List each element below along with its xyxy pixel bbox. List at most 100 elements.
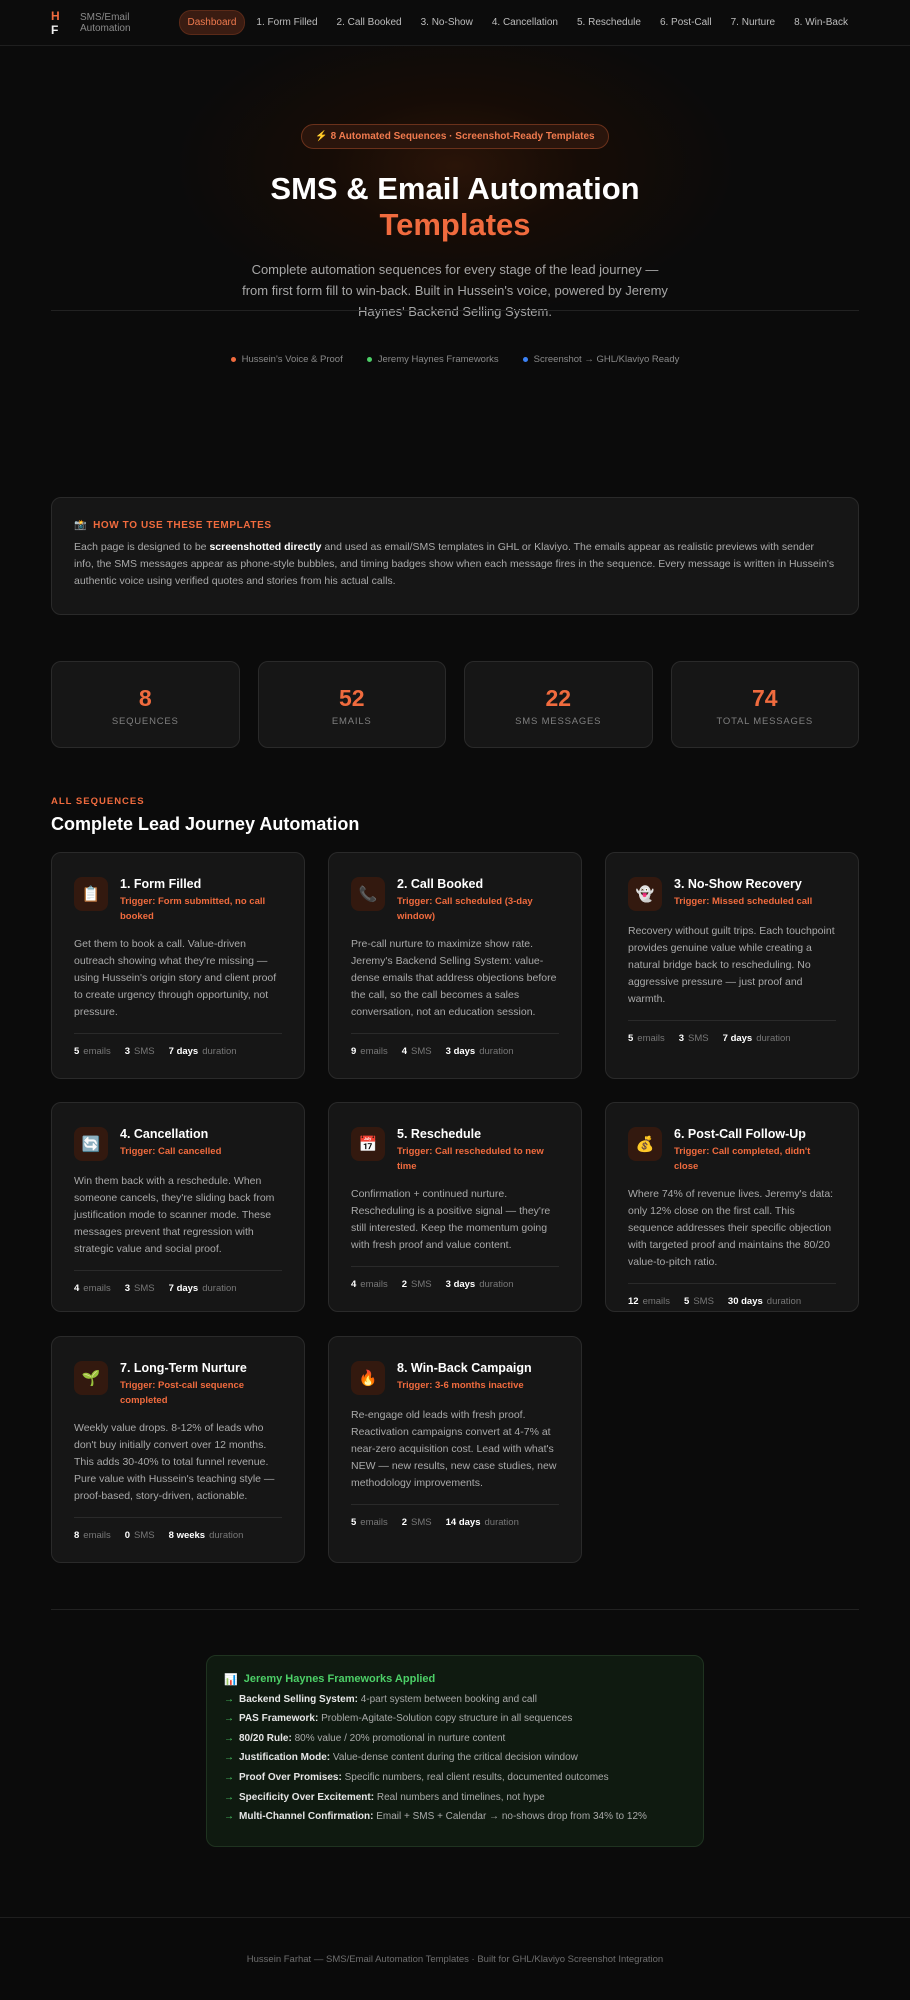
logo[interactable]: H F xyxy=(51,9,72,37)
sequence-card-reschedule[interactable]: 📅 5. Reschedule Trigger: Call reschedule… xyxy=(328,1102,582,1312)
chip-voice: Hussein's Voice & Proof xyxy=(230,354,343,365)
chip-label: Hussein's Voice & Proof xyxy=(241,354,343,365)
framework-desc: Value-dense content during the critical … xyxy=(332,1752,578,1764)
card-description: Confirmation + continued nurture. Resche… xyxy=(351,1188,551,1251)
calendar-icon: 📅 xyxy=(351,1127,385,1161)
meta-label: duration xyxy=(479,1279,514,1290)
card-trigger: Trigger: Call completed, didn't close xyxy=(674,1146,811,1172)
clipboard-icon: 📋 xyxy=(74,877,108,911)
card-title: 6. Post-Call Follow-Up xyxy=(674,1127,806,1141)
meta-label: SMS xyxy=(134,1530,155,1541)
sequence-card-call-booked[interactable]: 📞 2. Call Booked Trigger: Call scheduled… xyxy=(328,852,582,1079)
arrow-right-icon: → xyxy=(224,1752,234,1764)
meta-value: 3 xyxy=(124,1046,131,1057)
hero-title: SMS & Email Automation Templates xyxy=(0,171,910,243)
meta-sms: 2 SMS xyxy=(402,1279,432,1290)
meta-emails: 9 emails xyxy=(351,1046,388,1057)
card-trigger: Trigger: Call rescheduled to new time xyxy=(397,1146,544,1172)
divider xyxy=(51,310,859,311)
chip-dot xyxy=(366,357,372,362)
hero-chips: Hussein's Voice & Proof Jeremy Haynes Fr… xyxy=(0,354,910,365)
arrow-right-icon: → xyxy=(224,1713,234,1725)
meta-emails: 5 emails xyxy=(74,1046,111,1057)
nav-call-booked[interactable]: 2. Call Booked xyxy=(329,11,410,34)
nav-nurture[interactable]: 7. Nurture xyxy=(723,11,783,34)
sequence-card-post-call[interactable]: 💰 6. Post-Call Follow-Up Trigger: Call c… xyxy=(605,1102,859,1312)
arrow-right-icon: → xyxy=(224,1693,234,1705)
card-header: 📋 1. Form Filled Trigger: Form submitted… xyxy=(74,875,282,924)
chart-icon: 📊 xyxy=(224,1674,238,1686)
stat-total: 74 TOTAL MESSAGES xyxy=(670,661,859,748)
meta-sms: 3 SMS xyxy=(125,1046,155,1057)
seedling-icon: 🌱 xyxy=(74,1361,108,1395)
card-description: Re-engage old leads with fresh proof. Re… xyxy=(351,1409,557,1489)
meta-label: SMS xyxy=(693,1296,714,1307)
sequence-card-nurture[interactable]: 🌱 7. Long-Term Nurture Trigger: Post-cal… xyxy=(51,1336,305,1563)
card-header: 👻 3. No-Show Recovery Trigger: Missed sc… xyxy=(628,875,836,911)
card-trigger: Trigger: Call scheduled (3-day window) xyxy=(397,896,533,922)
meta-label: emails xyxy=(83,1046,111,1057)
chip-dot xyxy=(230,357,236,362)
hero-title-line2: Templates xyxy=(379,207,531,242)
chip-label: Jeremy Haynes Frameworks xyxy=(377,354,499,365)
framework-name: Proof Over Promises: xyxy=(239,1771,342,1783)
meta-emails: 12 emails xyxy=(628,1296,670,1307)
meta-value: 8 xyxy=(74,1530,80,1541)
refresh-icon: 🔄 xyxy=(74,1127,108,1161)
framework-name: Backend Selling System: xyxy=(239,1693,358,1705)
nav-post-call[interactable]: 6. Post-Call xyxy=(652,11,720,34)
phone-icon: 📞 xyxy=(351,877,385,911)
ghost-icon: 👻 xyxy=(628,877,662,911)
meta-value: 5 xyxy=(628,1033,634,1044)
card-trigger: Trigger: Call cancelled xyxy=(120,1146,222,1157)
card-header: 🔥 8. Win-Back Campaign Trigger: 3-6 mont… xyxy=(351,1359,559,1395)
framework-name: Multi-Channel Confirmation: xyxy=(239,1811,374,1823)
meta-label: SMS xyxy=(688,1033,709,1044)
framework-item: → Proof Over Promises: Specific numbers, … xyxy=(224,1771,686,1784)
meta-duration: 30 days duration xyxy=(728,1296,801,1307)
meta-value: 30 days xyxy=(727,1296,763,1307)
meta-duration: 7 days duration xyxy=(169,1283,237,1294)
stat-value: 22 xyxy=(545,685,572,711)
section-kicker: ALL SEQUENCES xyxy=(51,796,145,807)
frameworks-panel: 📊 Jeremy Haynes Frameworks Applied → Back… xyxy=(206,1655,704,1847)
meta-duration: 3 days duration xyxy=(446,1046,514,1057)
how-to-body: Each page is designed to be screenshotte… xyxy=(74,539,836,590)
nav-win-back[interactable]: 8. Win-Back xyxy=(786,11,856,34)
sequence-card-no-show[interactable]: 👻 3. No-Show Recovery Trigger: Missed sc… xyxy=(605,852,859,1079)
card-title: 5. Reschedule xyxy=(397,1127,482,1141)
card-description: Pre-call nurture to maximize show rate. … xyxy=(351,938,557,1018)
meta-label: SMS xyxy=(134,1046,155,1057)
chip-frameworks: Jeremy Haynes Frameworks xyxy=(366,354,499,365)
meta-value: 9 xyxy=(351,1046,357,1057)
meta-value: 7 days xyxy=(722,1033,753,1044)
nav-form-filled[interactable]: 1. Form Filled xyxy=(248,11,325,34)
card-header: 📅 5. Reschedule Trigger: Call reschedule… xyxy=(351,1125,559,1174)
meta-sms: 5 SMS xyxy=(684,1296,714,1307)
meta-value: 4 xyxy=(401,1046,408,1057)
brand-subtitle: SMS/Email Automation xyxy=(79,11,131,34)
nav-cancellation[interactable]: 4. Cancellation xyxy=(484,11,566,34)
meta-value: 0 xyxy=(124,1530,131,1541)
meta-duration: 14 days duration xyxy=(446,1517,519,1528)
framework-desc: 80% value / 20% promotional in nurture c… xyxy=(294,1732,506,1744)
sequence-card-win-back[interactable]: 🔥 8. Win-Back Campaign Trigger: 3-6 mont… xyxy=(328,1336,582,1563)
nav-no-show[interactable]: 3. No-Show xyxy=(413,11,481,34)
framework-desc: Email + SMS + Calendar → no-shows drop f… xyxy=(376,1811,647,1823)
nav-dashboard[interactable]: Dashboard xyxy=(178,10,246,35)
sequence-card-form-filled[interactable]: 📋 1. Form Filled Trigger: Form submitted… xyxy=(51,852,305,1079)
meta-value: 14 days xyxy=(445,1517,481,1528)
framework-desc: 4-part system between booking and call xyxy=(360,1693,537,1705)
meta-value: 2 xyxy=(401,1279,408,1290)
meta-label: duration xyxy=(484,1517,519,1528)
stat-value: 52 xyxy=(338,685,365,711)
card-title: 3. No-Show Recovery xyxy=(674,877,802,891)
stat-value: 74 xyxy=(751,685,778,711)
meta-label: emails xyxy=(637,1033,665,1044)
nav-reschedule[interactable]: 5. Reschedule xyxy=(569,11,649,34)
card-meta: 8 emails 0 SMS 8 weeks duration xyxy=(74,1517,282,1541)
sequence-card-cancellation[interactable]: 🔄 4. Cancellation Trigger: Call cancelle… xyxy=(51,1102,305,1312)
meta-duration: 7 days duration xyxy=(169,1046,237,1057)
divider xyxy=(51,1609,859,1610)
meta-value: 3 days xyxy=(445,1279,476,1290)
